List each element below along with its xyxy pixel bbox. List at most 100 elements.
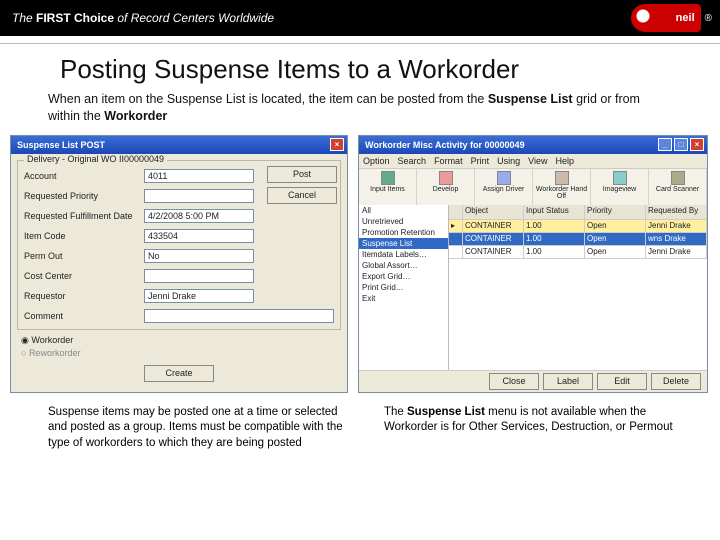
maximize-icon[interactable]: □ xyxy=(674,138,688,151)
tool-icon xyxy=(671,171,685,185)
row-marker xyxy=(449,233,463,246)
grid-head-cell: Priority xyxy=(585,205,646,220)
reworkorder-radio-label: Reworkorder xyxy=(29,348,81,358)
toolbar: Input Items Develop Assign Driver Workor… xyxy=(359,169,707,205)
logo: neil ® xyxy=(631,4,712,32)
costcenter-field[interactable] xyxy=(144,269,254,283)
toolbar-label: Workorder Hand Off xyxy=(533,186,590,200)
menu-item[interactable]: View xyxy=(528,156,547,166)
toolbar-label: Card Scanner xyxy=(656,186,699,193)
toolbar-label: Imageview xyxy=(603,186,636,193)
itemcode-field[interactable]: 433504 xyxy=(144,229,254,243)
toolbar-button[interactable]: Assign Driver xyxy=(475,169,533,205)
minimize-icon[interactable]: _ xyxy=(658,138,672,151)
page-title: Posting Suspense Items to a Workorder xyxy=(60,54,720,85)
side-list: All Unretrieved Promotion Retention Susp… xyxy=(359,205,449,370)
create-button[interactable]: Create xyxy=(144,365,214,382)
toolbar-button[interactable]: Develop xyxy=(417,169,475,205)
toolbar-button[interactable]: Imageview xyxy=(591,169,649,205)
delete-button[interactable]: Delete xyxy=(651,373,701,390)
table-row[interactable]: ▸ CONTAINER 1.00 Open Jenni Drake xyxy=(449,220,707,233)
row-marker xyxy=(449,246,463,259)
edit-button[interactable]: Edit xyxy=(597,373,647,390)
list-item[interactable]: Export Grid… xyxy=(359,271,448,282)
groupbox-legend: Delivery - Original WO II00000049 xyxy=(24,154,167,164)
list-item[interactable]: Exit xyxy=(359,293,448,304)
brand-header: The FIRST Choice of Record Centers World… xyxy=(0,0,720,36)
requestor-field[interactable]: Jenni Drake xyxy=(144,289,254,303)
menubar: Option Search Format Print Using View He… xyxy=(359,154,707,169)
date-field[interactable]: 4/2/2008 5:00 PM xyxy=(144,209,254,223)
list-item[interactable]: Unretrieved xyxy=(359,216,448,227)
toolbar-button[interactable]: Workorder Hand Off xyxy=(533,169,591,205)
grid-cell: Open xyxy=(585,233,646,246)
account-label: Account xyxy=(24,171,144,181)
grid-cell: 1.00 xyxy=(524,220,585,233)
grid-head-cell: Object xyxy=(463,205,524,220)
permout-field[interactable]: No xyxy=(144,249,254,263)
dialog-footer: Close Label Edit Delete xyxy=(359,370,707,392)
grid-cell: CONTAINER xyxy=(463,246,524,259)
tagline-post: of Record Centers Worldwide xyxy=(114,11,274,25)
tool-icon xyxy=(555,171,569,185)
grid-head-cell xyxy=(449,205,463,220)
list-item[interactable]: Global Assort… xyxy=(359,260,448,271)
grid-empty xyxy=(449,259,707,370)
logo-mark: ® xyxy=(705,13,712,24)
right-body: All Unretrieved Promotion Retention Susp… xyxy=(359,205,707,370)
table-row[interactable]: CONTAINER 1.00 Open Jenni Drake xyxy=(449,246,707,259)
intro-text: When an item on the Suspense List is loc… xyxy=(48,91,660,125)
toolbar-button[interactable]: Card Scanner xyxy=(649,169,707,205)
bottom-right-text: The Suspense List menu is not available … xyxy=(384,405,690,452)
grid-cell: Open xyxy=(585,220,646,233)
screenshot-row: Suspense List POST × Delivery - Original… xyxy=(0,135,720,393)
list-item[interactable]: Itemdata Labels… xyxy=(359,249,448,260)
grid-header: Object Input Status Priority Requested B… xyxy=(449,205,707,220)
toolbar-label: Assign Driver xyxy=(483,186,525,193)
costcenter-label: Cost Center xyxy=(24,271,144,281)
tool-icon xyxy=(613,171,627,185)
menu-item[interactable]: Print xyxy=(471,156,490,166)
list-item[interactable]: All xyxy=(359,205,448,216)
post-button[interactable]: Post xyxy=(267,166,337,183)
cancel-button[interactable]: Cancel xyxy=(267,187,337,204)
row-marker: ▸ xyxy=(449,220,463,233)
permout-label: Perm Out xyxy=(24,251,144,261)
menu-item[interactable]: Format xyxy=(434,156,463,166)
menu-item[interactable]: Using xyxy=(497,156,520,166)
list-item[interactable]: Promotion Retention xyxy=(359,227,448,238)
close-button[interactable]: Close xyxy=(489,373,539,390)
menu-item[interactable]: Option xyxy=(363,156,390,166)
grid-cell: 1.00 xyxy=(524,246,585,259)
workorder-radio[interactable]: ◉ Workorder xyxy=(21,334,337,348)
intro-t1: When an item on the Suspense List is loc… xyxy=(48,92,488,106)
tool-icon xyxy=(381,171,395,185)
menu-item[interactable]: Search xyxy=(398,156,427,166)
radio-group: ◉ Workorder ○ Reworkorder xyxy=(21,334,337,361)
close-icon[interactable]: × xyxy=(690,138,704,151)
account-field[interactable]: 4011 xyxy=(144,169,254,183)
priority-field[interactable] xyxy=(144,189,254,203)
comment-field[interactable] xyxy=(144,309,334,323)
list-item[interactable]: Print Grid… xyxy=(359,282,448,293)
grid-head-cell: Input Status xyxy=(524,205,585,220)
grid: Object Input Status Priority Requested B… xyxy=(449,205,707,370)
table-row[interactable]: CONTAINER 1.00 Open wns Drake xyxy=(449,233,707,246)
list-item-selected[interactable]: Suspense List xyxy=(359,238,448,249)
label-button[interactable]: Label xyxy=(543,373,593,390)
br-pre: The xyxy=(384,406,407,418)
tagline-strong: FIRST Choice xyxy=(36,11,114,25)
grid-head-cell: Requested By xyxy=(646,205,707,220)
itemcode-label: Item Code xyxy=(24,231,144,241)
close-icon[interactable]: × xyxy=(330,138,344,151)
date-label: Requested Fulfillment Date xyxy=(24,211,144,221)
toolbar-button[interactable]: Input Items xyxy=(359,169,417,205)
suspense-list-post-dialog: Suspense List POST × Delivery - Original… xyxy=(10,135,348,393)
reworkorder-radio[interactable]: ○ Reworkorder xyxy=(21,347,337,361)
intro-b1: Suspense List xyxy=(488,92,573,106)
grid-cell: CONTAINER xyxy=(463,220,524,233)
logo-text: neil xyxy=(676,12,695,24)
tool-icon xyxy=(497,171,511,185)
menu-item[interactable]: Help xyxy=(555,156,574,166)
grid-cell: CONTAINER xyxy=(463,233,524,246)
